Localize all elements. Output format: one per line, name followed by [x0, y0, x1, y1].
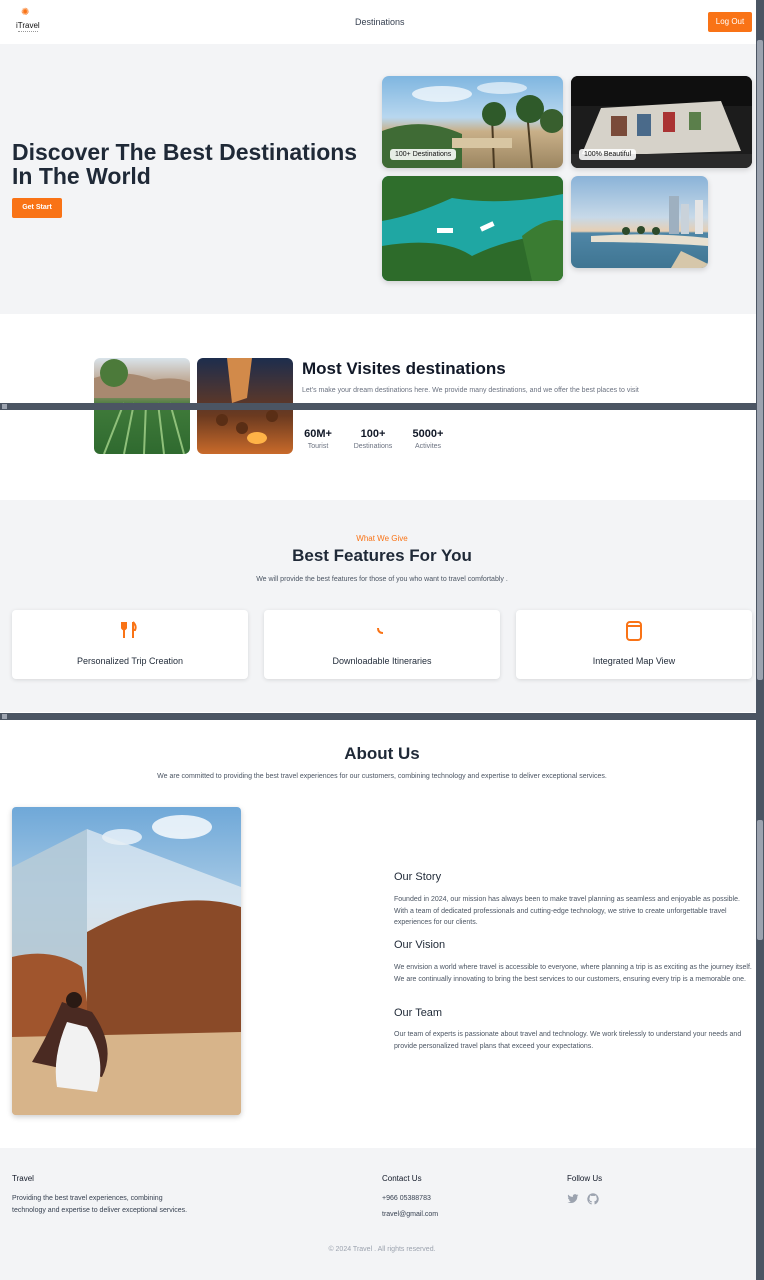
about-subtitle: We are committed to providing the best t…	[157, 773, 607, 780]
hero-section: Discover The Best Destinations In The Wo…	[0, 44, 756, 314]
github-icon[interactable]	[587, 1192, 599, 1205]
logout-button[interactable]: Log Out	[708, 12, 752, 32]
stat-value: 5000+	[412, 428, 444, 440]
scrollbar-thumb[interactable]	[757, 40, 763, 680]
feature-card-label: Personalized Trip Creation	[76, 656, 184, 666]
mv-title: Most Visites destinations	[302, 359, 506, 378]
footer-phone[interactable]: +966 05388783	[382, 1193, 431, 1205]
feature-card-itineraries[interactable]: Downloadable Itineraries	[264, 610, 500, 679]
about-title: About Us	[344, 744, 420, 763]
mv-description: Let's make your dream destinations here.…	[302, 387, 639, 394]
footer-contact-title: Contact Us	[382, 1174, 422, 1183]
badge-beautiful: 100% Beautiful	[579, 149, 637, 160]
sun-icon: ✺	[21, 7, 30, 18]
logo-underline	[18, 31, 38, 33]
team-title: Our Team	[394, 1007, 443, 1019]
vision-title: Our Vision	[394, 939, 446, 951]
stat-destinations: 100+ Destinations	[350, 428, 396, 450]
features-title: Best Features For You	[292, 546, 472, 565]
badge-destinations: 100+ Destinations	[390, 149, 457, 160]
features-section: What We Give Best Features For You We wi…	[0, 500, 756, 712]
stat-value: 100+	[360, 428, 386, 440]
logo-text: iTravel	[16, 21, 40, 30]
about-image	[12, 807, 241, 1115]
hero-image-coast	[571, 176, 708, 268]
footer-follow-title: Follow Us	[567, 1174, 603, 1183]
feature-card-map[interactable]: Integrated Map View	[516, 610, 752, 679]
top-navbar: ✺ iTravel Destinations Log Out	[0, 0, 756, 44]
scrollbar-thumb[interactable]	[757, 820, 763, 940]
loading-icon	[264, 620, 500, 644]
vertical-scrollbar[interactable]	[756, 0, 764, 1280]
feature-card-trip[interactable]: Personalized Trip Creation	[12, 610, 248, 679]
feature-card-label: Integrated Map View	[592, 656, 676, 666]
footer-brand-text: Providing the best travel experiences, c…	[12, 1195, 188, 1214]
stat-label: Destinations	[353, 443, 393, 450]
utensils-icon	[12, 620, 248, 644]
features-eyebrow: What We Give	[356, 534, 408, 543]
feature-card-label: Downloadable Itineraries	[332, 656, 432, 666]
get-start-button[interactable]: Get Start	[12, 198, 62, 218]
footer: Travel Providing the best travel experie…	[0, 1148, 756, 1280]
hero-title: Discover The Best Destinations In The Wo…	[12, 139, 358, 189]
nav-link-destinations[interactable]: Destinations	[355, 17, 405, 27]
stat-tourist: 60M+ Tourist	[300, 428, 336, 450]
stat-activities: 5000+ Activites	[408, 428, 448, 450]
vision-text: We envision a world where travel is acce…	[394, 964, 752, 983]
hero-image-gallery: 100% Beautiful	[571, 76, 752, 168]
features-subtitle: We will provide the best features for th…	[256, 576, 508, 583]
logo[interactable]: ✺ iTravel	[16, 8, 42, 36]
lagoon-illustration	[382, 176, 563, 281]
twitter-icon[interactable]	[567, 1192, 579, 1204]
stat-label: Activites	[414, 443, 442, 450]
stat-value: 60M+	[304, 428, 332, 440]
story-text: Founded in 2024, our mission has always …	[394, 896, 740, 926]
team-text: Our team of experts is passionate about …	[394, 1031, 742, 1050]
hero-image-lagoon	[382, 176, 563, 281]
hero-image-oasis: 100+ Destinations	[382, 76, 563, 168]
desert-woman-illustration	[12, 815, 241, 1115]
horizontal-scrollbar[interactable]	[0, 713, 764, 720]
footer-copyright: © 2024 Travel . All rights reserved.	[328, 1246, 436, 1253]
stat-label: Tourist	[307, 443, 329, 450]
horizontal-scrollbar[interactable]	[0, 403, 764, 410]
about-section: About Us We are committed to providing t…	[0, 720, 756, 1148]
coast-illustration	[591, 196, 708, 268]
footer-email[interactable]: travel@gmail.com	[382, 1209, 438, 1221]
map-icon	[516, 620, 752, 644]
footer-brand-title: Travel	[12, 1174, 34, 1183]
story-title: Our Story	[394, 871, 442, 883]
